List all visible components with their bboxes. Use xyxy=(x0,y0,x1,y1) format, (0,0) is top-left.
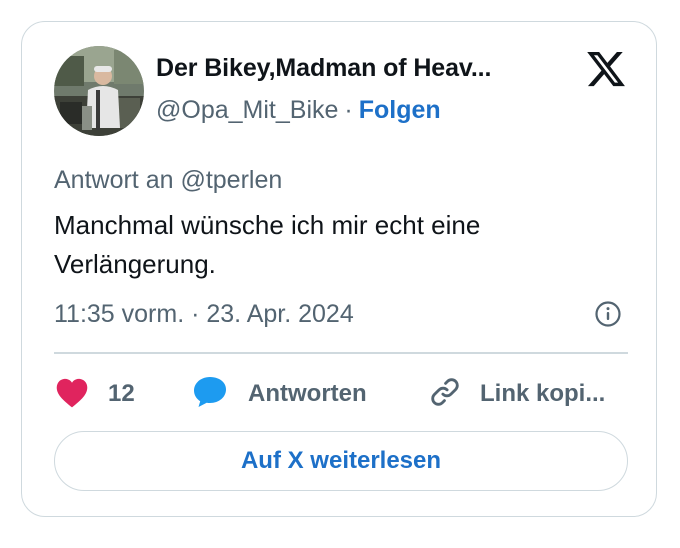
tweet-timestamp[interactable]: 11:35 vorm. · 23. Apr. 2024 xyxy=(54,300,354,329)
heart-icon xyxy=(54,376,90,413)
tweet-text: Manchmal wünsche ich mir echt eine Verlä… xyxy=(54,210,481,279)
link-icon xyxy=(428,375,462,414)
read-more-button[interactable]: Auf X weiterlesen xyxy=(54,431,628,491)
copy-link-label: Link kopi... xyxy=(480,380,606,407)
reply-label: Antworten xyxy=(248,380,367,407)
author-handle-row: @Opa_Mit_Bike · Folgen xyxy=(156,96,441,125)
reply-button[interactable]: Antworten xyxy=(192,374,367,414)
separator-dot: · xyxy=(344,96,353,124)
follow-link[interactable]: Folgen xyxy=(359,96,441,124)
divider xyxy=(54,352,628,354)
avatar[interactable] xyxy=(54,46,144,136)
copy-link-button[interactable]: Link kopi... xyxy=(428,374,605,414)
like-button[interactable]: 12 xyxy=(54,374,135,414)
info-icon[interactable] xyxy=(594,300,622,328)
author-handle[interactable]: @Opa_Mit_Bike xyxy=(156,96,338,124)
author-name[interactable]: Der Bikey,Madman of Heav... xyxy=(156,54,491,83)
x-logo-icon[interactable] xyxy=(585,48,627,90)
like-count: 12 xyxy=(108,380,135,407)
speech-bubble-icon xyxy=(192,375,228,414)
tweet-embed-card: Der Bikey,Madman of Heav... @Opa_Mit_Bik… xyxy=(21,21,657,517)
reply-to-label: Antwort an @tperlen xyxy=(54,166,283,194)
